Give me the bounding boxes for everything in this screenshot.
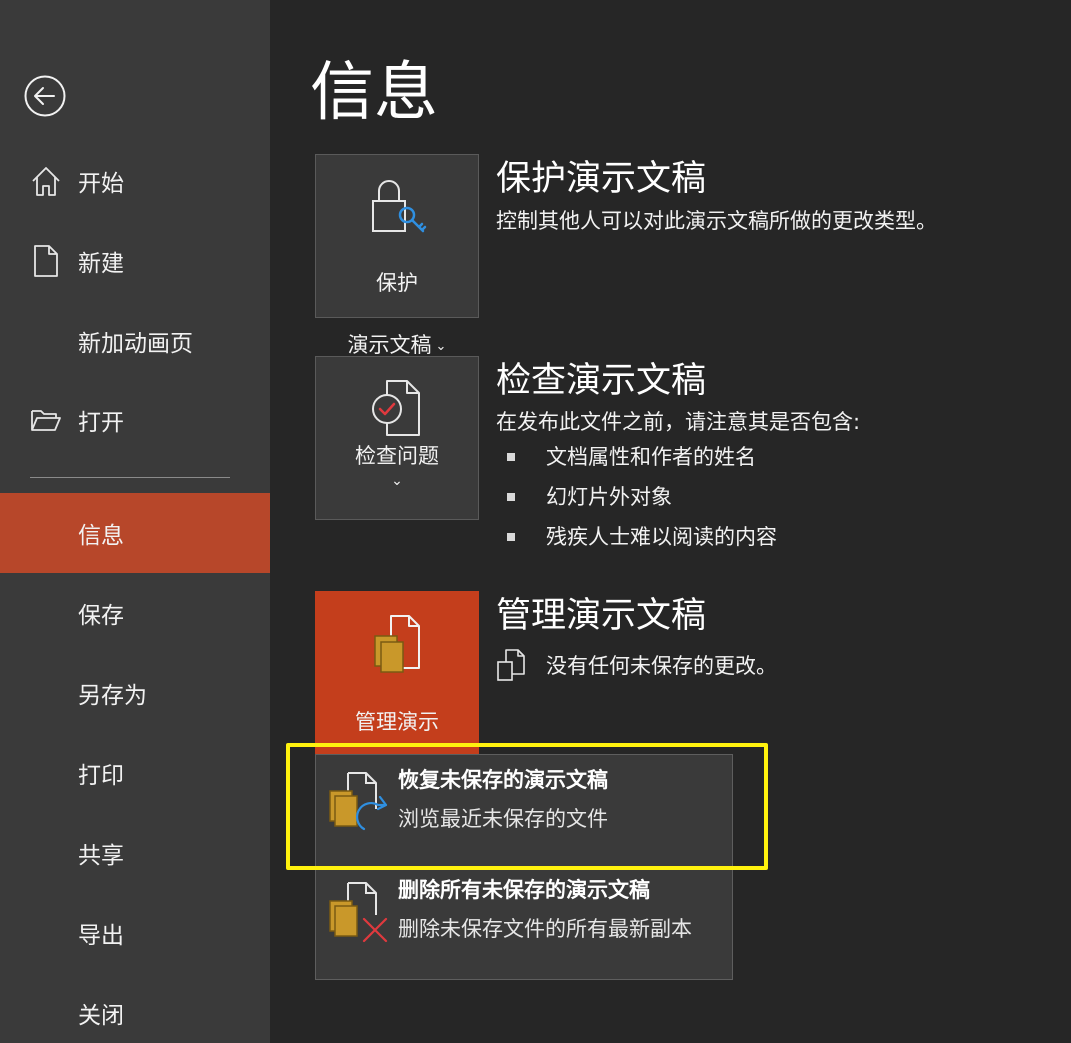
list-item: 残疾人士难以阅读的内容 [507, 522, 777, 552]
sidebar-item-label: 共享 [78, 843, 124, 869]
manage-documents-icon [374, 615, 420, 673]
sidebar-item-label: 关闭 [78, 1003, 124, 1029]
protect-presentation-button[interactable]: 保护 演示文稿 ⌄ [315, 154, 479, 357]
sidebar-item-print[interactable]: 打印 [0, 733, 270, 813]
list-item: 文档属性和作者的姓名 [507, 442, 756, 472]
folder-open-icon [31, 410, 61, 431]
manage-status-text: 没有任何未保存的更改。 [546, 654, 777, 678]
inspect-section-title: 检查演示文稿 [496, 361, 707, 401]
list-item: 幻灯片外对象 [507, 482, 672, 512]
sidebar-divider [30, 477, 230, 478]
sidebar-item-home[interactable]: 开始 [0, 141, 270, 221]
page-title: 信息 [310, 56, 438, 130]
lock-key-icon [372, 180, 427, 233]
chevron-down-icon: ⌄ [435, 339, 447, 354]
sidebar-item-open[interactable]: 打开 [0, 380, 270, 460]
tile-label: 保护 演示文稿 ⌄ [347, 271, 447, 357]
inspect-section-desc: 在发布此文件之前，请注意其是否包含: [496, 410, 861, 434]
sidebar-item-label: 保存 [78, 603, 124, 629]
document-check-icon [372, 380, 420, 436]
home-icon [32, 167, 60, 196]
menu-item-title: 删除所有未保存的演示文稿 [398, 878, 650, 902]
check-issues-button[interactable]: 检查问题 ⌄ [315, 356, 479, 520]
back-button[interactable] [24, 75, 66, 117]
delete-file-icon [329, 882, 388, 943]
sidebar-item-share[interactable]: 共享 [0, 813, 270, 893]
manage-status: 没有任何未保存的更改。 [496, 648, 777, 682]
sidebar-item-save-as[interactable]: 另存为 [0, 653, 270, 733]
sidebar-item-label: 开始 [78, 171, 124, 197]
delete-unsaved-menu-item[interactable]: 删除所有未保存的演示文稿 删除未保存文件的所有最新副本 [316, 867, 732, 979]
manage-presentation-button[interactable]: 管理演示 文稿⌄ [315, 591, 479, 796]
menu-item-desc: 删除未保存文件的所有最新副本 [398, 917, 692, 941]
sidebar-item-export[interactable]: 导出 [0, 893, 270, 973]
sidebar-item-label: 打印 [78, 763, 124, 789]
sidebar-item-new[interactable]: 新建 [0, 221, 270, 301]
highlight-annotation [286, 743, 768, 870]
manage-section-title: 管理演示文稿 [496, 596, 707, 636]
sidebar-item-new-animation-page[interactable]: 新加动画页 [0, 301, 270, 381]
tile-label: 检查问题 [355, 444, 439, 468]
documents-icon [497, 649, 525, 681]
sidebar: 开始 新建 新加动画页 打开 信息 保存 另存为 打印 共享 导出 关闭 [0, 0, 270, 1043]
sidebar-item-label: 另存为 [78, 683, 147, 709]
protect-section-title: 保护演示文稿 [496, 159, 707, 199]
sidebar-item-label: 新加动画页 [78, 331, 193, 357]
new-document-icon [34, 245, 58, 277]
sidebar-item-label: 打开 [78, 410, 124, 436]
sidebar-item-label: 导出 [78, 923, 124, 949]
back-arrow-icon [24, 75, 66, 117]
chevron-down-icon: ⌄ [391, 473, 403, 489]
protect-section-desc: 控制其他人可以对此演示文稿所做的更改类型。 [496, 209, 937, 233]
sidebar-item-info[interactable]: 信息 [0, 493, 270, 573]
sidebar-item-label: 信息 [78, 523, 124, 549]
sidebar-item-save[interactable]: 保存 [0, 573, 270, 653]
sidebar-item-label: 新建 [78, 251, 124, 277]
sidebar-item-close[interactable]: 关闭 [0, 973, 270, 1043]
